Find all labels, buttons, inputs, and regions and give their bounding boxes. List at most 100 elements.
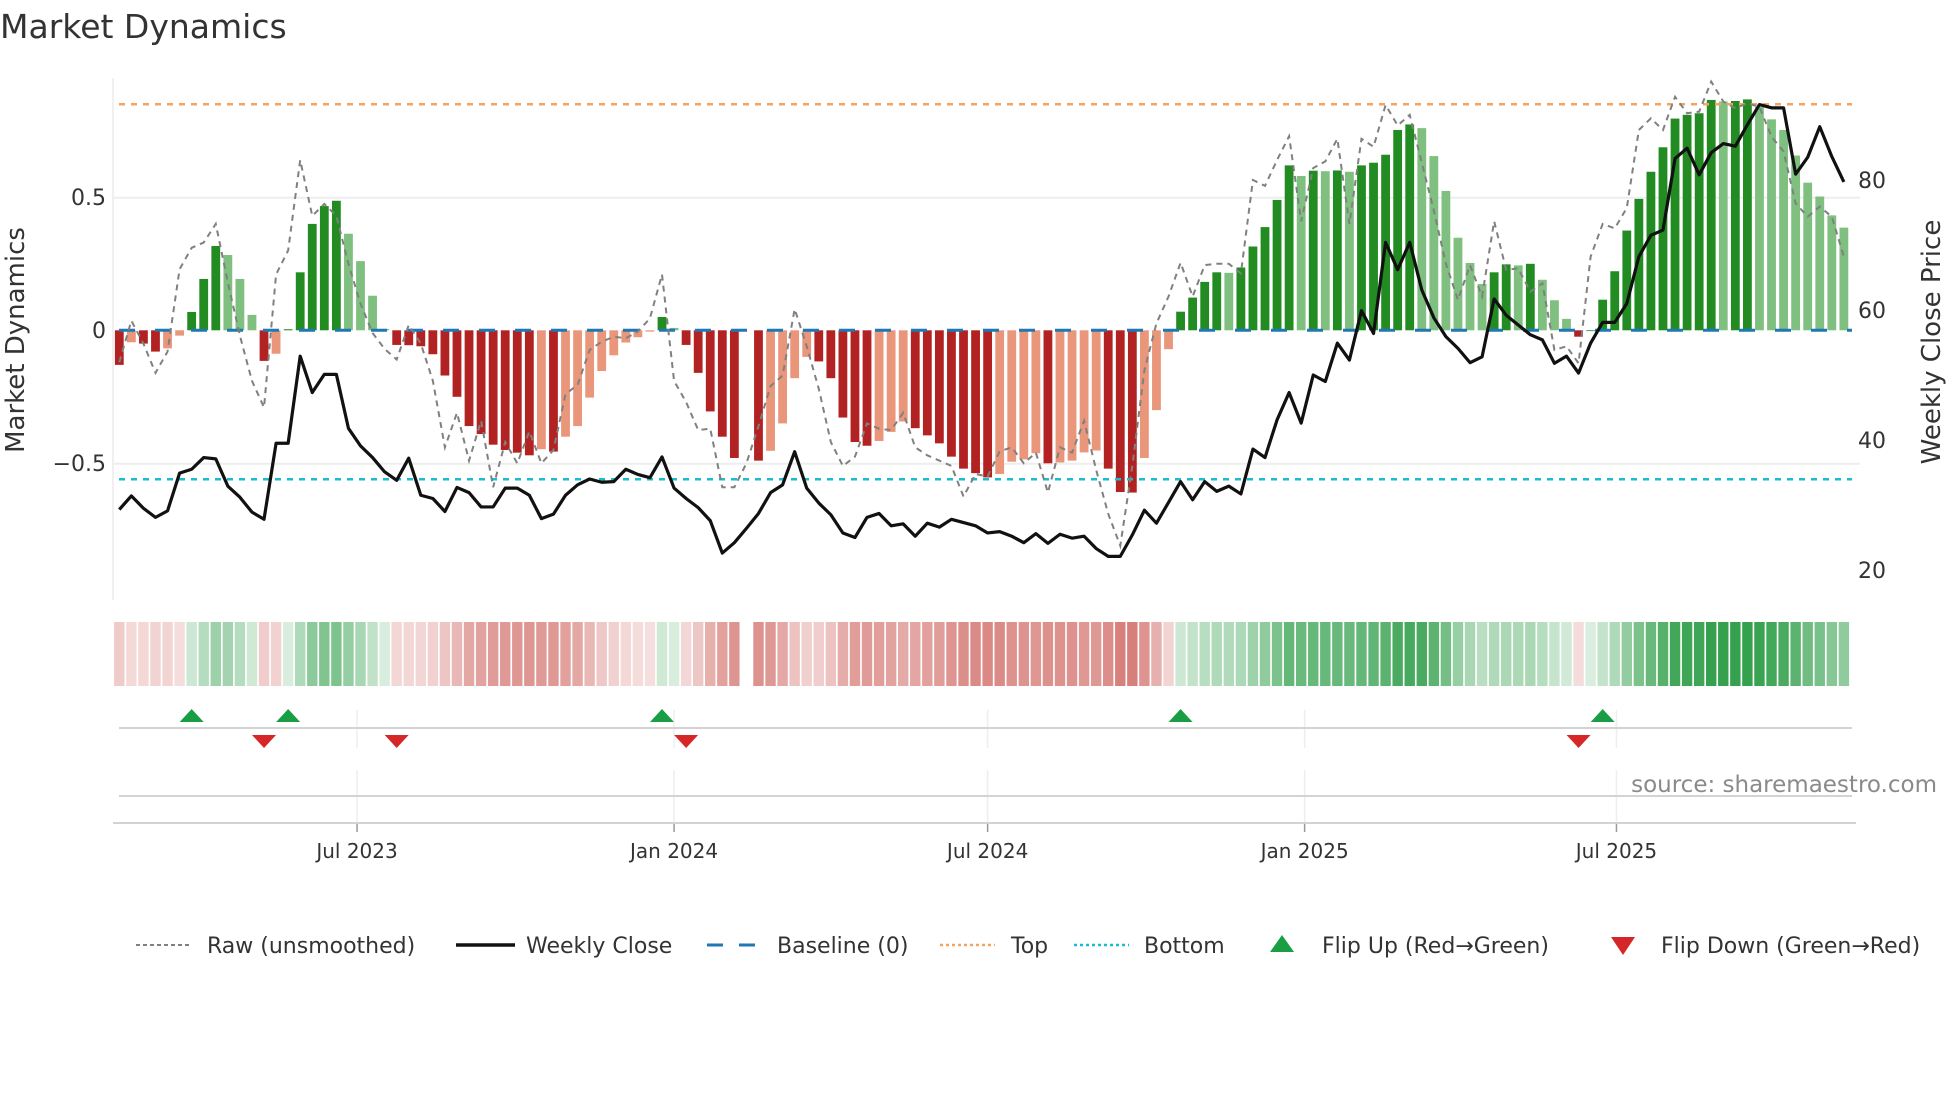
dynamics-bar	[307, 223, 317, 331]
heat-strip-cell	[922, 622, 933, 686]
dynamics-bar	[826, 330, 836, 379]
heat-strip-cell	[162, 622, 173, 686]
legend-top-label: Top	[1010, 934, 1048, 959]
heat-strip-cell	[512, 622, 523, 686]
dynamics-bar	[705, 330, 715, 412]
dynamics-bar	[211, 245, 221, 331]
dynamics-bar	[440, 330, 450, 376]
legend-flip-up-label: Flip Up (Red→Green)	[1322, 934, 1549, 959]
heat-strip-cell	[1826, 622, 1838, 686]
dynamics-bar	[645, 330, 655, 332]
dynamics-bar	[319, 206, 329, 331]
dynamics-bar	[259, 330, 269, 361]
dynamics-bar	[1767, 119, 1776, 331]
heat-strip-cell	[487, 622, 499, 686]
dynamics-bar	[838, 330, 848, 418]
ytick-right-label: 20	[1858, 559, 1886, 584]
dynamics-bar	[1453, 237, 1463, 331]
dynamics-bar	[524, 330, 534, 456]
dynamics-bar	[754, 330, 763, 461]
heat-strip-cell	[765, 622, 776, 686]
heat-strip-cell	[1681, 622, 1693, 686]
heat-strip-cell	[1320, 622, 1331, 686]
heat-strip-cell	[1525, 622, 1536, 686]
dynamics-bar	[681, 330, 691, 345]
legend-raw-label: Raw (unsmoothed)	[207, 934, 415, 959]
heat-strip-cell	[1537, 622, 1548, 686]
heat-strip-cell	[1392, 622, 1403, 686]
dynamics-bar	[428, 330, 438, 355]
dynamics-bar	[1188, 297, 1198, 331]
heat-strip-cell	[705, 622, 716, 686]
heat-strip-cell	[1235, 622, 1247, 686]
heat-strip-cell	[548, 622, 559, 686]
xtick-label: Jul 2025	[1574, 839, 1657, 863]
flip-up-marker	[650, 709, 674, 722]
dynamics-bar	[199, 278, 209, 331]
heat-strip-cell	[1633, 622, 1645, 686]
heat-strip-cell	[1452, 622, 1464, 686]
heat-strip-cell	[391, 622, 402, 686]
dynamics-bar	[464, 330, 474, 427]
heat-strip-cell	[668, 622, 680, 686]
dynamics-bar	[1815, 196, 1825, 331]
dynamics-bar	[283, 329, 293, 331]
heat-strip-cell	[174, 622, 185, 686]
heat-strip-cell	[656, 622, 668, 686]
heat-strip-cell	[355, 622, 366, 686]
heat-strip-cell	[1078, 622, 1090, 686]
dynamics-bar	[187, 311, 197, 331]
dynamics-bar	[947, 330, 956, 457]
heat-strip-cell	[1006, 622, 1017, 686]
dynamics-bar	[235, 278, 245, 331]
source-credit: source: sharemaestro.com	[1631, 772, 1937, 798]
dynamics-bar	[331, 200, 341, 331]
heat-strip-cell	[1428, 622, 1440, 686]
heat-strip-cell	[1187, 622, 1198, 686]
legend-baseline-label: Baseline (0)	[777, 934, 908, 959]
xtick-label: Jul 2024	[945, 839, 1028, 863]
ytick-label: 0	[92, 319, 106, 344]
heat-strip-cell	[584, 622, 595, 686]
heat-strip-cell	[1127, 622, 1138, 686]
dynamics-bar	[1152, 330, 1161, 411]
dynamics-bars	[114, 99, 1849, 493]
heat-strip-cell	[198, 622, 209, 686]
dynamics-bar	[1272, 199, 1282, 331]
dynamics-bar	[392, 330, 402, 345]
heat-strip-cell	[692, 622, 704, 686]
heat-strip-cell	[1718, 622, 1729, 686]
heat-strip-cell	[1585, 622, 1596, 686]
heat-strip-cell	[885, 622, 897, 686]
dynamics-bar	[1718, 101, 1728, 331]
heat-strip-cell	[596, 622, 607, 686]
series-lines	[118, 79, 1846, 558]
heat-strip-cell	[1103, 622, 1114, 686]
dynamics-bar	[1730, 101, 1740, 331]
heat-strip-cell	[210, 622, 221, 686]
dynamics-bar	[1550, 300, 1559, 331]
heat-strip-cell	[825, 622, 837, 686]
heat-strip-cell	[982, 622, 993, 686]
dynamics-bar	[295, 272, 305, 331]
y-axis-right-label: Weekly Close Price	[1917, 220, 1947, 465]
dynamics-bar	[1236, 267, 1246, 331]
dynamics-bar	[344, 233, 353, 331]
heat-strip-cell	[1223, 622, 1235, 686]
heat-strip-cell	[1332, 622, 1343, 686]
flip-up-marker	[276, 709, 301, 722]
flip-up-marker	[179, 709, 204, 722]
heat-strip-cell	[186, 622, 197, 686]
heat-strip-cell	[1066, 622, 1078, 686]
dynamics-bar	[1043, 330, 1053, 464]
dynamics-bar	[1441, 190, 1451, 331]
dynamics-bar	[512, 330, 522, 453]
heat-strip-cell	[1175, 622, 1186, 686]
heat-strip-cell	[1693, 622, 1705, 686]
dynamics-bar	[247, 314, 257, 331]
heat-strip-cell	[475, 622, 487, 686]
dynamics-bar	[271, 330, 281, 354]
heat-strip-cell	[1778, 622, 1789, 686]
heat-strip-cell	[1115, 622, 1126, 686]
heat-strip-cell	[427, 622, 439, 686]
